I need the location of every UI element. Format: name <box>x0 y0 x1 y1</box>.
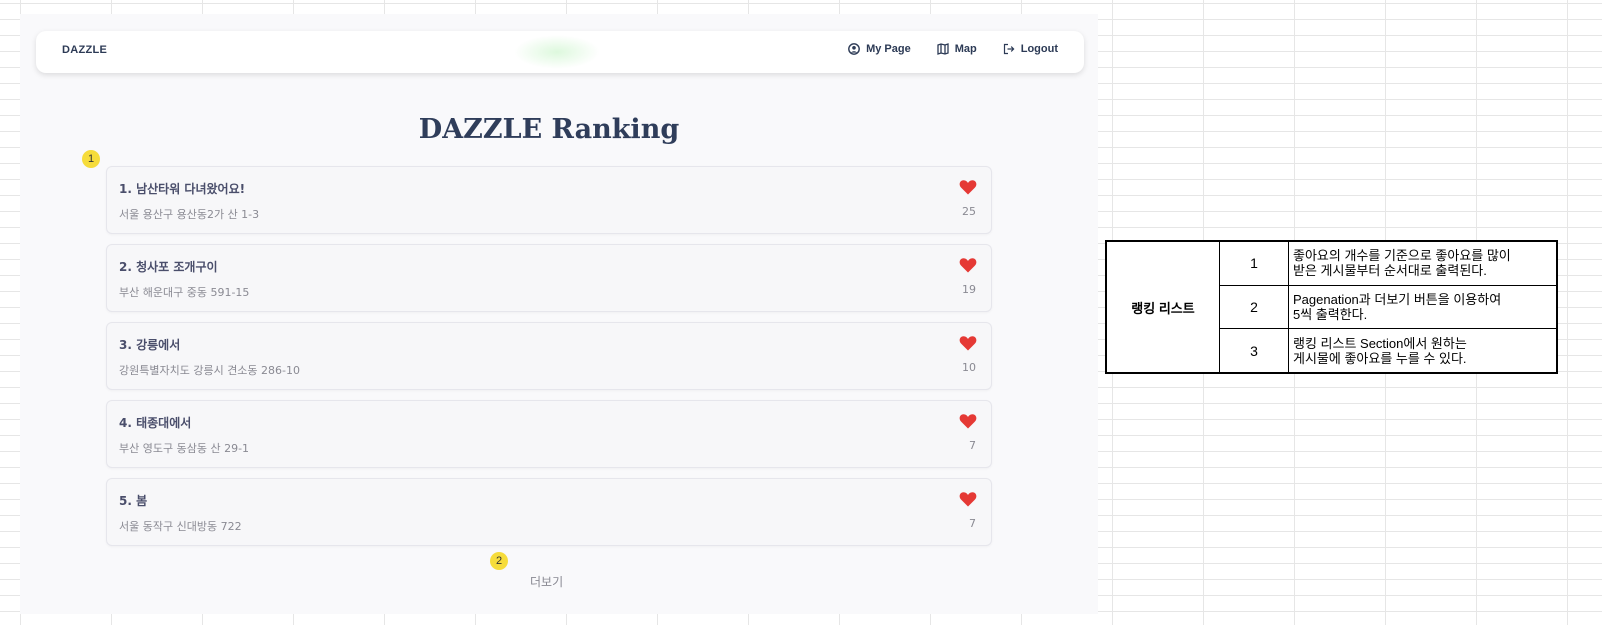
like-count: 25 <box>962 205 976 218</box>
app-window: DAZZLE My Page Map Logout DAZZLE Ranking… <box>20 14 1098 614</box>
spec-row: 랭킹 리스트 1 좋아요의 개수를 기준으로 좋아요를 많이 받은 게시물부터 … <box>1105 240 1558 374</box>
spec-number: 1 <box>1219 240 1289 286</box>
spec-line: 좋아요의 개수를 기준으로 좋아요를 많이 <box>1293 248 1511 264</box>
heart-icon[interactable] <box>959 335 977 351</box>
heart-icon[interactable] <box>959 257 977 273</box>
spec-description: 좋아요의 개수를 기준으로 좋아요를 많이 받은 게시물부터 순서대로 출력된다… <box>1288 240 1558 286</box>
ranking-card[interactable]: 2. 청사포 조개구이 부산 해운대구 중동 591-15 19 <box>106 244 992 312</box>
heart-icon[interactable] <box>959 413 977 429</box>
post-address: 부산 해운대구 중동 591-15 <box>119 286 250 299</box>
logout-link[interactable]: Logout <box>1003 43 1058 55</box>
load-more-button[interactable]: 더보기 <box>530 573 563 590</box>
post-address: 서울 용산구 용산동2가 산 1-3 <box>119 208 260 221</box>
heart-icon[interactable] <box>959 491 977 507</box>
spec-section-label: 랭킹 리스트 <box>1105 240 1220 374</box>
spec-description: 랭킹 리스트 Section에서 원하는 게시물에 좋아요를 누를 수 있다. <box>1288 328 1558 374</box>
post-title[interactable]: 5. 봄 <box>119 492 147 509</box>
post-address: 부산 영도구 동삼동 산 29-1 <box>119 442 250 455</box>
user-circle-icon <box>848 43 860 55</box>
nav-highlight <box>514 35 600 69</box>
post-title[interactable]: 1. 남산타워 다녀왔어요! <box>119 180 245 197</box>
map-icon <box>937 43 949 55</box>
top-navbar: DAZZLE My Page Map Logout <box>36 31 1084 73</box>
spec-line: 게시물에 좋아요를 누를 수 있다. <box>1293 350 1467 366</box>
brand-logo[interactable]: DAZZLE <box>62 44 107 56</box>
like-count: 7 <box>969 517 976 530</box>
spec-line: 5씩 출력한다. <box>1293 306 1368 322</box>
map-link[interactable]: Map <box>937 43 977 55</box>
my-page-label: My Page <box>866 43 911 55</box>
spec-description: Pagenation과 더보기 버튼을 이용하여 5씩 출력한다. <box>1288 284 1558 330</box>
spec-line: Pagenation과 더보기 버튼을 이용하여 <box>1293 291 1502 307</box>
spec-table: 랭킹 리스트 1 좋아요의 개수를 기준으로 좋아요를 많이 받은 게시물부터 … <box>1105 240 1558 374</box>
like-count: 19 <box>962 283 976 296</box>
my-page-link[interactable]: My Page <box>848 43 911 55</box>
ranking-card[interactable]: 4. 태종대에서 부산 영도구 동삼동 산 29-1 7 <box>106 400 992 468</box>
ranking-card[interactable]: 1. 남산타워 다녀왔어요! 서울 용산구 용산동2가 산 1-3 25 <box>106 166 992 234</box>
post-address: 서울 동작구 신대방동 722 <box>119 520 242 533</box>
logout-icon <box>1003 43 1015 55</box>
ranking-card[interactable]: 3. 강릉에서 강원특별자치도 강릉시 견소동 286-10 10 <box>106 322 992 390</box>
heart-icon[interactable] <box>959 179 977 195</box>
spec-line: 랭킹 리스트 Section에서 원하는 <box>1293 335 1467 351</box>
ranking-card[interactable]: 5. 봄 서울 동작구 신대방동 722 7 <box>106 478 992 546</box>
spec-number: 2 <box>1219 284 1289 330</box>
page-title: DAZZLE Ranking <box>418 114 680 145</box>
like-count: 7 <box>969 439 976 452</box>
nav-links: My Page Map Logout <box>848 43 1058 55</box>
ranking-list: 1. 남산타워 다녀왔어요! 서울 용산구 용산동2가 산 1-3 25 2. … <box>106 166 992 556</box>
like-count: 10 <box>962 361 976 374</box>
spec-number: 3 <box>1219 328 1289 374</box>
logout-label: Logout <box>1020 43 1058 55</box>
post-title[interactable]: 4. 태종대에서 <box>119 414 191 431</box>
post-title[interactable]: 3. 강릉에서 <box>119 336 180 353</box>
map-label: Map <box>954 43 977 55</box>
post-address: 강원특별자치도 강릉시 견소동 286-10 <box>119 364 301 377</box>
spec-line: 받은 게시물부터 순서대로 출력된다. <box>1293 263 1487 279</box>
post-title[interactable]: 2. 청사포 조개구이 <box>119 258 218 275</box>
annotation-badge-1: 1 <box>82 150 100 168</box>
